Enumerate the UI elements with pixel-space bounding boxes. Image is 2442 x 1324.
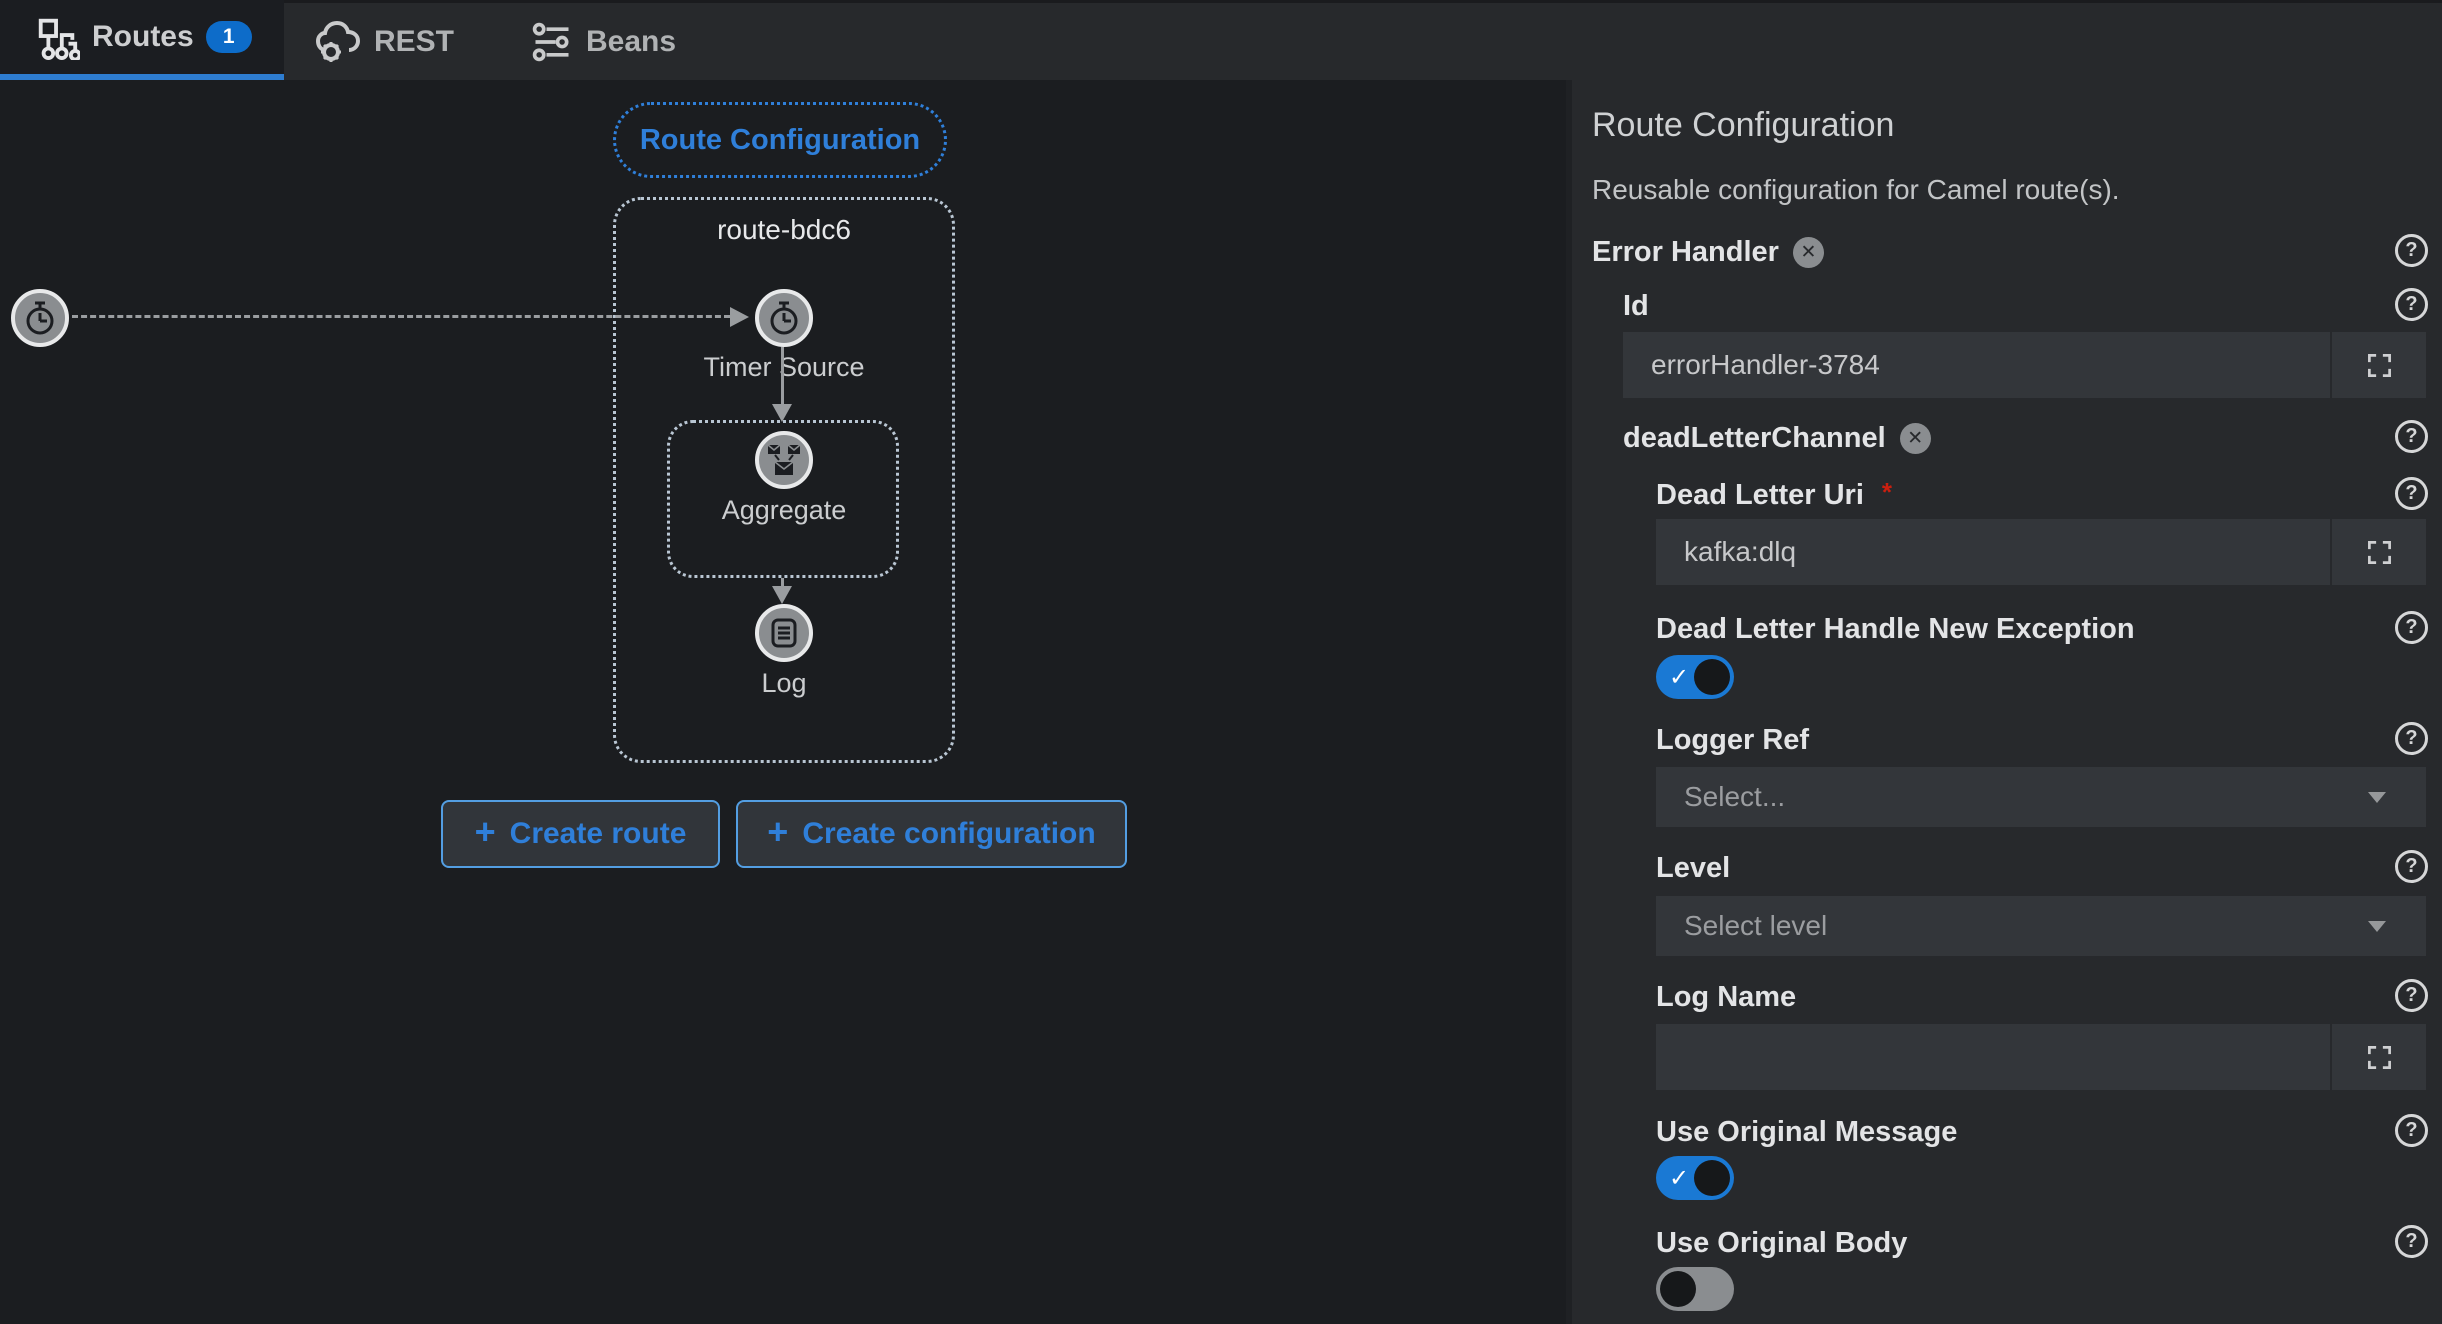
help-icon[interactable]: ? xyxy=(2395,1114,2428,1147)
dead-letter-uri-input[interactable] xyxy=(1656,519,2330,585)
logger-ref-placeholder: Select... xyxy=(1684,781,1786,812)
timer-source-node[interactable] xyxy=(755,289,813,347)
create-configuration-button[interactable]: + Create configuration xyxy=(736,800,1127,868)
id-field xyxy=(1623,332,2426,398)
tab-beans[interactable]: Beans xyxy=(500,3,722,80)
timer-source-label: Timer Source xyxy=(703,352,865,382)
help-icon[interactable]: ? xyxy=(2395,234,2428,267)
error-handler-text: Error Handler xyxy=(1592,235,1779,268)
chevron-down-icon xyxy=(2368,791,2386,803)
help-icon[interactable]: ? xyxy=(2395,1225,2428,1258)
logger-ref-select[interactable]: Select... xyxy=(1656,767,2426,827)
id-field-label: Id xyxy=(1623,288,1649,324)
level-select[interactable]: Select level xyxy=(1656,896,2426,956)
chevron-down-icon xyxy=(2368,920,2386,932)
dead-letter-uri-text: Dead Letter Uri xyxy=(1656,478,1864,511)
handle-new-exception-toggle[interactable]: ✓ xyxy=(1656,655,1734,699)
edge-arrowhead xyxy=(772,586,792,604)
expand-field-button[interactable] xyxy=(2330,1024,2426,1090)
stopwatch-icon xyxy=(770,301,798,335)
expand-icon xyxy=(2367,1045,2391,1069)
dead-letter-channel-text: deadLetterChannel xyxy=(1623,421,1886,454)
logger-ref-label: Logger Ref xyxy=(1656,722,1809,758)
use-original-message-text: Use Original Message xyxy=(1656,1115,1958,1148)
help-icon[interactable]: ? xyxy=(2395,979,2428,1012)
use-original-body-text: Use Original Body xyxy=(1656,1226,1908,1259)
dashed-edge xyxy=(72,315,730,318)
route-group-label: route-bdc6 xyxy=(717,214,851,245)
tab-routes-label: Routes xyxy=(92,20,194,53)
routes-count-badge: 1 xyxy=(205,21,252,53)
level-placeholder: Select level xyxy=(1684,910,1828,941)
log-name-field xyxy=(1656,1024,2426,1090)
help-icon[interactable]: ? xyxy=(2395,611,2428,644)
plus-icon: + xyxy=(767,811,789,852)
aggregate-icon xyxy=(767,444,801,475)
create-route-label: Create route xyxy=(509,817,687,850)
timer-ghost-node[interactable] xyxy=(11,289,69,347)
toggle-knob xyxy=(1694,659,1730,695)
level-label: Level xyxy=(1656,850,1730,886)
dead-letter-uri-label: Dead Letter Uri * xyxy=(1656,477,1892,513)
log-name-input[interactable] xyxy=(1656,1024,2330,1090)
expand-icon xyxy=(2367,353,2391,377)
tab-bar: Routes 1 REST Beans xyxy=(0,0,2442,80)
use-original-body-toggle[interactable] xyxy=(1656,1267,1734,1311)
log-name-label: Log Name xyxy=(1656,979,1796,1015)
stopwatch-icon xyxy=(26,301,54,335)
logger-ref-text: Logger Ref xyxy=(1656,723,1810,756)
check-icon: ✓ xyxy=(1669,1165,1690,1192)
required-asterisk: * xyxy=(1881,477,1893,507)
use-original-body-label: Use Original Body xyxy=(1656,1225,1907,1261)
aggregate-node[interactable] xyxy=(755,431,813,489)
use-original-message-label: Use Original Message xyxy=(1656,1114,1957,1150)
log-icon xyxy=(771,618,797,648)
aggregate-label: Aggregate xyxy=(721,495,847,525)
handle-new-exception-text: Dead Letter Handle New Exception xyxy=(1656,612,2135,645)
expand-field-button[interactable] xyxy=(2330,332,2426,398)
create-route-button[interactable]: + Create route xyxy=(441,800,720,868)
check-icon: ✓ xyxy=(1669,664,1690,691)
id-label-text: Id xyxy=(1623,289,1649,322)
toggle-knob xyxy=(1694,1160,1730,1196)
log-name-text: Log Name xyxy=(1656,980,1797,1013)
edge-arrowhead xyxy=(772,404,792,422)
edge-timer-aggregate xyxy=(781,347,784,404)
help-icon[interactable]: ? xyxy=(2395,288,2428,321)
tab-rest[interactable]: REST xyxy=(284,3,500,80)
handle-new-exception-label: Dead Letter Handle New Exception xyxy=(1656,611,2135,647)
remove-error-handler-icon[interactable]: ✕ xyxy=(1792,236,1824,268)
panel-title: Route Configuration xyxy=(1592,106,1895,144)
dead-letter-channel-section-label: deadLetterChannel ✕ xyxy=(1623,420,1931,456)
plus-icon: + xyxy=(474,811,496,852)
level-text: Level xyxy=(1656,851,1731,884)
expand-field-button[interactable] xyxy=(2330,519,2426,585)
help-icon[interactable]: ? xyxy=(2395,477,2428,510)
rest-cloud-icon xyxy=(315,20,361,62)
create-configuration-label: Create configuration xyxy=(802,817,1096,850)
help-icon[interactable]: ? xyxy=(2395,420,2428,453)
id-input[interactable] xyxy=(1623,332,2330,398)
flow-canvas[interactable]: Route Configuration route-bdc6 Timer Sou… xyxy=(0,80,1566,1324)
beans-icon xyxy=(532,22,569,61)
expand-icon xyxy=(2367,540,2391,564)
toggle-knob xyxy=(1660,1271,1696,1307)
dashed-edge-arrowhead xyxy=(730,307,749,327)
properties-panel: Route Configuration Reusable configurati… xyxy=(1566,80,2442,1324)
log-label: Log xyxy=(761,668,807,698)
use-original-message-toggle[interactable]: ✓ xyxy=(1656,1156,1734,1200)
error-handler-section-label: Error Handler ✕ xyxy=(1592,234,1824,270)
remove-dead-letter-channel-icon[interactable]: ✕ xyxy=(1899,422,1931,454)
tab-routes[interactable]: Routes 1 xyxy=(0,0,284,80)
routes-icon xyxy=(38,18,80,60)
help-icon[interactable]: ? xyxy=(2395,850,2428,883)
log-node[interactable] xyxy=(755,604,813,662)
help-icon[interactable]: ? xyxy=(2395,722,2428,755)
tab-beans-label: Beans xyxy=(586,24,677,58)
panel-subtitle: Reusable configuration for Camel route(s… xyxy=(1592,174,2120,205)
dead-letter-uri-field xyxy=(1656,519,2426,585)
tab-rest-label: REST xyxy=(374,24,455,58)
route-configuration-pill[interactable]: Route Configuration xyxy=(613,102,947,178)
